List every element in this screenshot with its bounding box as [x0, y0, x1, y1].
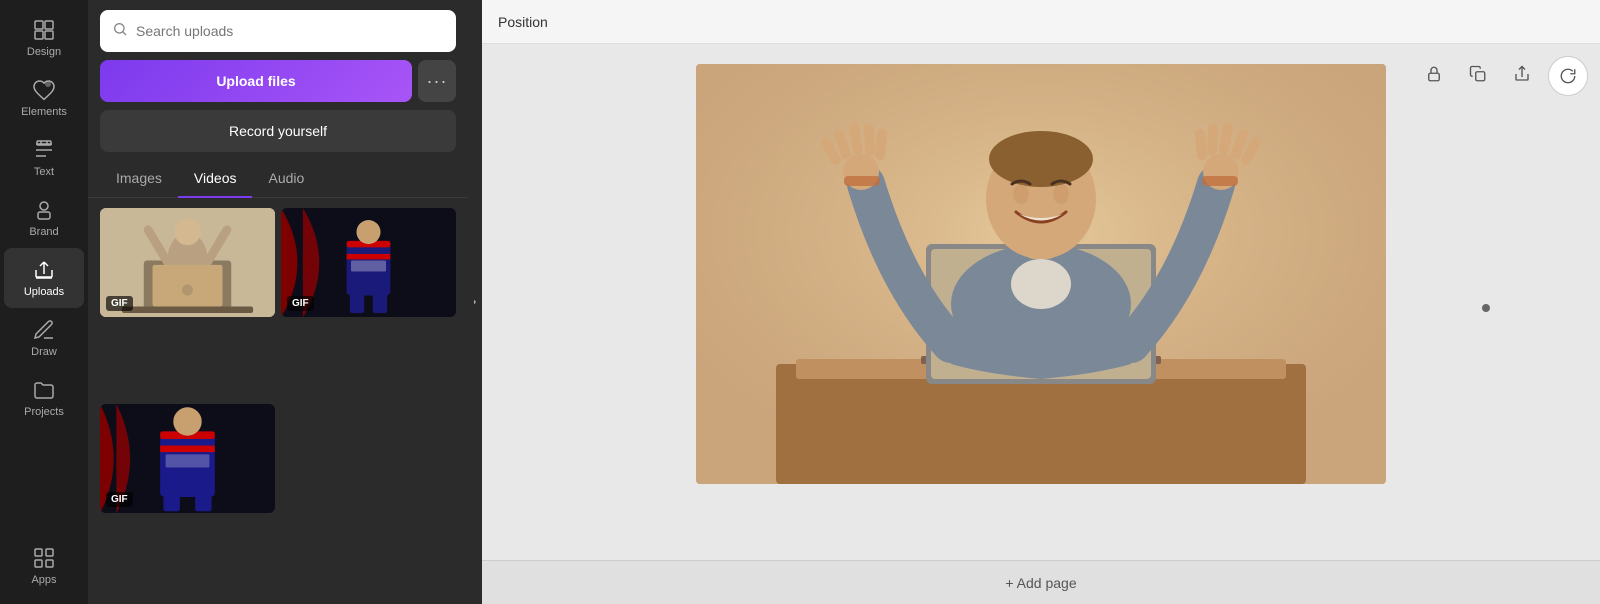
sidebar-item-design[interactable]: Design [4, 8, 84, 68]
design-icon [32, 18, 56, 42]
gif-badge-1: GIF [106, 296, 133, 311]
uploads-grid: GIF GIF [88, 198, 468, 604]
brand-label: Brand [29, 226, 58, 238]
thumbnail-2[interactable]: GIF [281, 208, 456, 317]
more-options-button[interactable]: ··· [418, 60, 456, 102]
thumbnail-3[interactable]: GIF [100, 404, 275, 513]
upload-files-button[interactable]: Upload files [100, 60, 412, 102]
cursor [1482, 304, 1490, 312]
uploads-icon [32, 258, 56, 282]
elements-label: Elements [21, 106, 67, 118]
text-label: Text [34, 166, 54, 178]
search-bar[interactable] [100, 10, 456, 52]
thumbnail-1[interactable]: GIF [100, 208, 275, 317]
elements-icon [32, 78, 56, 102]
search-icon [112, 21, 128, 42]
draw-icon [32, 318, 56, 342]
canvas-top-right-toolbar [1416, 56, 1540, 92]
panel-top: Upload files ··· Record yourself [88, 0, 468, 160]
projects-icon [32, 378, 56, 402]
tab-videos[interactable]: Videos [178, 160, 253, 198]
uploads-panel: Upload files ··· Record yourself Images … [88, 0, 468, 604]
sidebar-item-apps[interactable]: Apps [4, 536, 84, 596]
gif-badge-2: GIF [287, 296, 314, 311]
canvas-image-content [696, 64, 1386, 484]
collapse-handle[interactable] [468, 0, 482, 604]
refresh-button[interactable] [1548, 56, 1588, 96]
sidebar-item-projects[interactable]: Projects [4, 368, 84, 428]
design-label: Design [27, 46, 61, 58]
tab-images[interactable]: Images [100, 160, 178, 198]
upload-row: Upload files ··· [100, 60, 456, 102]
lock-button[interactable] [1416, 56, 1452, 92]
brand-icon [32, 198, 56, 222]
add-page-button[interactable]: + Add page [482, 560, 1600, 604]
apps-icon [32, 546, 56, 570]
projects-label: Projects [24, 406, 64, 418]
main-canvas-image[interactable] [696, 64, 1386, 484]
tabs-row: Images Videos Audio [88, 160, 468, 198]
sidebar-item-elements[interactable]: Elements [4, 68, 84, 128]
sidebar-item-draw[interactable]: Draw [4, 308, 84, 368]
canvas-area: Position [482, 0, 1600, 604]
draw-label: Draw [31, 346, 57, 358]
gif-badge-3: GIF [106, 492, 133, 507]
canvas-content[interactable]: + Add page [482, 44, 1600, 604]
search-input[interactable] [136, 23, 444, 39]
duplicate-button[interactable] [1460, 56, 1496, 92]
uploads-label: Uploads [24, 286, 64, 298]
apps-label: Apps [31, 574, 56, 586]
position-label: Position [498, 14, 548, 30]
text-icon [32, 138, 56, 162]
share-button[interactable] [1504, 56, 1540, 92]
record-yourself-button[interactable]: Record yourself [100, 110, 456, 152]
sidebar-item-text[interactable]: Text [4, 128, 84, 188]
canvas-toolbar: Position [482, 0, 1600, 44]
sidebar-item-brand[interactable]: Brand [4, 188, 84, 248]
left-sidebar: Design Elements Text Brand [0, 0, 88, 604]
tab-audio[interactable]: Audio [252, 160, 320, 198]
sidebar-item-uploads[interactable]: Uploads [4, 248, 84, 308]
